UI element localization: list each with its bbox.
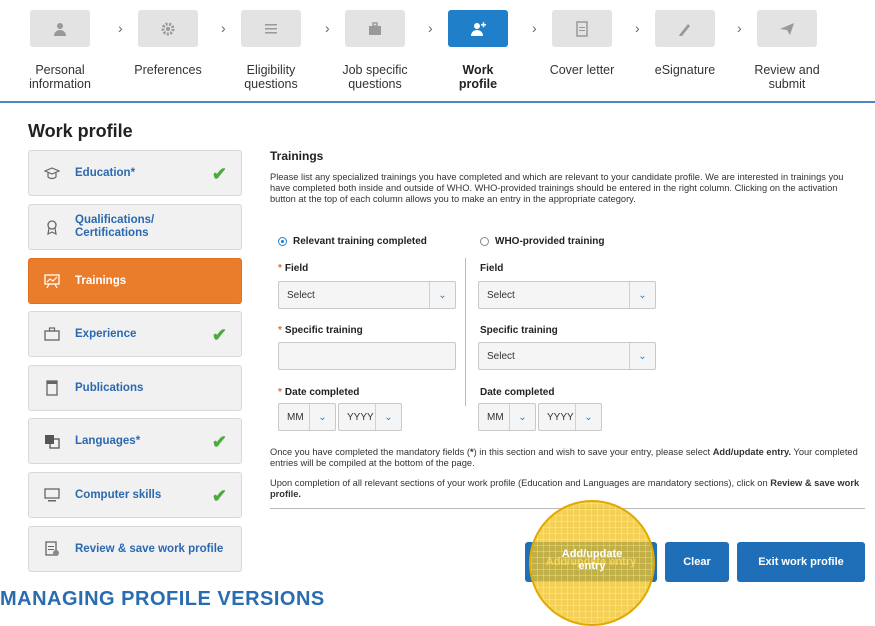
clear-button[interactable]: Clear: [665, 542, 729, 582]
document-icon: [552, 10, 612, 47]
sidebar-item-qualifications[interactable]: Qualifications/ Certifications: [28, 204, 242, 250]
specific-training-label-left: * Specific training: [278, 325, 363, 336]
gear-icon: [138, 10, 198, 47]
specific-training-select-right[interactable]: Select ⌄: [478, 342, 656, 370]
send-icon: [757, 10, 817, 47]
checkmark-icon: ✔: [211, 432, 227, 452]
chevron-down-icon: ⌄: [309, 404, 335, 430]
month-select-right[interactable]: MM ⌄: [478, 403, 536, 431]
sidebar-item-label: Trainings: [75, 274, 127, 287]
date-completed-label-right: Date completed: [480, 387, 555, 398]
pencil-icon: [655, 10, 715, 47]
sidebar-item-label: Languages*: [75, 434, 141, 447]
month-select-left[interactable]: MM ⌄: [278, 403, 336, 431]
sidebar-item-label: Computer skills: [75, 488, 162, 501]
step-label: Work profile: [458, 63, 498, 91]
chevron-right-icon: ›: [118, 20, 123, 36]
step-label: Preferences: [134, 63, 202, 77]
chevron-right-icon: ›: [325, 20, 330, 36]
presentation-icon: [43, 272, 61, 290]
add-user-icon: [448, 10, 508, 47]
specific-training-input[interactable]: [278, 342, 456, 370]
person-icon: [30, 10, 90, 47]
sidebar-item-label: Experience: [75, 327, 137, 340]
field-select-left[interactable]: Select ⌄: [278, 281, 456, 309]
sidebar-item-languages[interactable]: Languages* ✔: [28, 418, 242, 464]
chevron-right-icon: ›: [737, 20, 742, 36]
chevron-down-icon: ⌄: [509, 404, 535, 430]
sidebar-item-review-save[interactable]: Review & save work profile: [28, 526, 242, 572]
specific-training-label-right: Specific training: [480, 325, 558, 336]
briefcase-icon: [345, 10, 405, 47]
sidebar-item-label: Review & save work profile: [75, 542, 224, 555]
section-heading: MANAGING PROFILE VERSIONS: [0, 588, 325, 610]
radio-label: WHO-provided training: [495, 236, 605, 247]
chevron-down-icon: ⌄: [429, 282, 455, 308]
page-title: Work profile: [28, 121, 133, 141]
radio-who-training[interactable]: WHO-provided training: [480, 236, 604, 247]
radio-relevant-training[interactable]: Relevant training completed: [278, 236, 427, 247]
exit-work-profile-button[interactable]: Exit work profile: [737, 542, 865, 582]
graduation-cap-icon: [43, 164, 61, 182]
chevron-right-icon: ›: [428, 20, 433, 36]
sidebar-item-label: Education*: [75, 166, 136, 179]
section-title: Trainings: [270, 149, 324, 163]
step-label: Job specific questions: [342, 63, 408, 91]
step-label: Review and submit: [754, 63, 820, 91]
step-label: Cover letter: [549, 63, 615, 77]
book-icon: [43, 379, 61, 397]
step-label: eSignature: [654, 63, 716, 77]
chevron-right-icon: ›: [532, 20, 537, 36]
year-select-left[interactable]: YYYY ⌄: [338, 403, 402, 431]
completion-note: Upon completion of all relevant sections…: [270, 478, 860, 499]
chevron-down-icon: ⌄: [629, 343, 655, 369]
list-icon: [241, 10, 301, 47]
award-icon: [43, 218, 61, 236]
field-label-right: Field: [480, 263, 504, 274]
sidebar-item-label: Qualifications/ Certifications: [75, 214, 155, 239]
radio-unselected-icon: [480, 237, 489, 246]
column-divider: [465, 258, 466, 406]
year-select-right[interactable]: YYYY ⌄: [538, 403, 602, 431]
field-label-left: * Field: [278, 263, 309, 274]
chevron-down-icon: ⌄: [375, 404, 401, 430]
field-select-right[interactable]: Select ⌄: [478, 281, 656, 309]
sidebar-item-education[interactable]: Education* ✔: [28, 150, 242, 196]
sidebar-item-experience[interactable]: Experience ✔: [28, 311, 242, 357]
progress-stepper: Personal information › Preferences › Eli…: [0, 0, 875, 103]
instruction-note: Once you have completed the mandatory fi…: [270, 447, 858, 468]
review-icon: [43, 540, 61, 558]
radio-selected-icon: [278, 237, 287, 246]
computer-icon: [43, 486, 61, 504]
briefcase-icon: [43, 325, 61, 343]
checkmark-icon: ✔: [211, 164, 227, 184]
sidebar-item-label: Publications: [75, 381, 144, 394]
radio-label: Relevant training completed: [293, 236, 427, 247]
checkmark-icon: ✔: [211, 486, 227, 506]
section-description: Please list any specialized trainings yo…: [270, 172, 844, 204]
chevron-down-icon: ⌄: [575, 404, 601, 430]
sidebar-item-trainings[interactable]: Trainings: [28, 258, 242, 304]
sidebar-item-computer-skills[interactable]: Computer skills ✔: [28, 472, 242, 518]
date-completed-label-left: * Date completed: [278, 387, 360, 398]
checkmark-icon: ✔: [211, 325, 227, 345]
chevron-down-icon: ⌄: [629, 282, 655, 308]
step-label: Eligibility questions: [244, 63, 298, 91]
language-icon: [43, 432, 61, 450]
add-update-entry-label: Add/update entry: [561, 548, 623, 572]
sidebar-item-publications[interactable]: Publications: [28, 365, 242, 411]
chevron-right-icon: ›: [635, 20, 640, 36]
chevron-right-icon: ›: [221, 20, 226, 36]
step-label: Personal information: [29, 63, 91, 91]
